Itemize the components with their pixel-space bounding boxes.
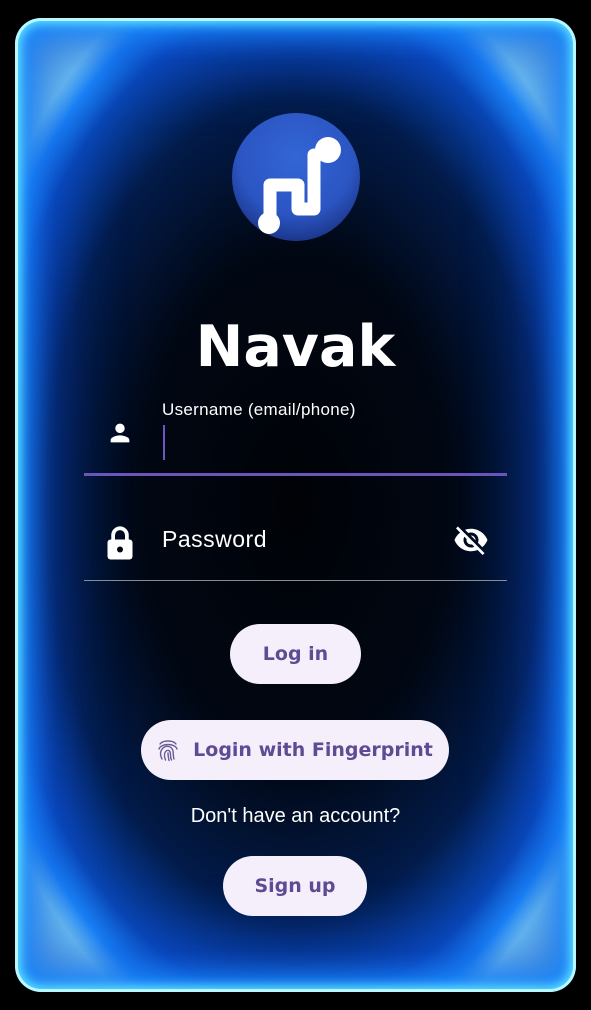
signup-button[interactable]: Sign up <box>223 856 367 916</box>
login-card: Navak Username (email/phone) Password Lo… <box>15 18 576 992</box>
person-icon <box>110 423 130 443</box>
login-button[interactable]: Log in <box>230 624 361 684</box>
login-button-label: Log in <box>262 643 329 665</box>
signup-prompt: Don't have an account? <box>190 805 401 827</box>
app-title: Navak <box>195 314 396 380</box>
password-placeholder: Password <box>162 526 267 552</box>
fingerprint-icon <box>158 740 178 762</box>
username-label: Username (email/phone) <box>162 400 356 419</box>
password-field[interactable]: Password <box>84 508 507 581</box>
visibility-off-icon[interactable] <box>453 522 489 558</box>
app-logo <box>232 113 360 241</box>
fingerprint-login-button[interactable]: Login with Fingerprint <box>141 720 449 780</box>
username-field[interactable]: Username (email/phone) <box>84 398 507 476</box>
fingerprint-button-label: Login with Fingerprint <box>193 739 433 761</box>
signup-button-label: Sign up <box>254 875 336 897</box>
text-cursor <box>163 425 165 460</box>
lock-icon <box>107 526 133 560</box>
music-note-icon <box>258 137 341 234</box>
